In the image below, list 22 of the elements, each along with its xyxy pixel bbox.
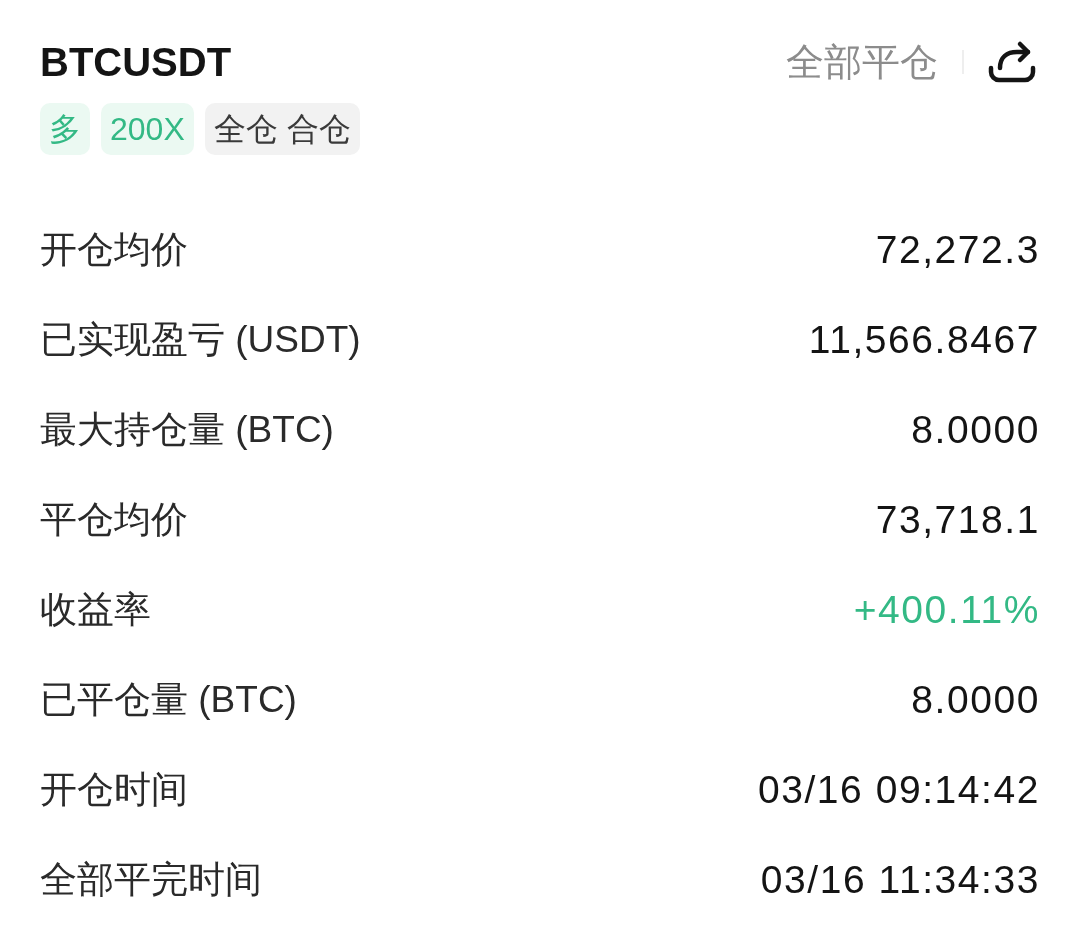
- field-label: 平仓均价: [40, 498, 188, 543]
- field-label: 已实现盈亏 (USDT): [40, 318, 361, 363]
- position-tag: 全仓 合仓: [204, 103, 360, 155]
- close-all-button[interactable]: 全部平仓: [786, 38, 938, 86]
- share-icon[interactable]: [988, 40, 1036, 84]
- field-value: 11,566.8467: [808, 316, 1040, 363]
- field-value: 73,718.1: [875, 496, 1040, 543]
- symbol-title: BTCUSDT: [40, 39, 232, 86]
- field-value: 03/16 09:14:42: [757, 766, 1040, 813]
- field-label: 全部平完时间: [40, 858, 262, 903]
- field-label: 最大持仓量 (BTC): [40, 408, 334, 453]
- position-tag: 多: [40, 103, 90, 155]
- field-label: 开仓均价: [40, 228, 188, 273]
- position-tag: 200X: [101, 103, 194, 155]
- field-value: 03/16 11:34:33: [760, 856, 1040, 903]
- field-label: 已平仓量 (BTC): [40, 678, 297, 723]
- field-value: 8.0000: [911, 676, 1040, 723]
- field-label: 收益率: [40, 588, 151, 633]
- field-value: 8.0000: [911, 406, 1040, 453]
- field-value: +400.11%: [853, 586, 1040, 633]
- field-label: 开仓时间: [40, 768, 188, 813]
- field-value: 72,272.3: [875, 226, 1040, 273]
